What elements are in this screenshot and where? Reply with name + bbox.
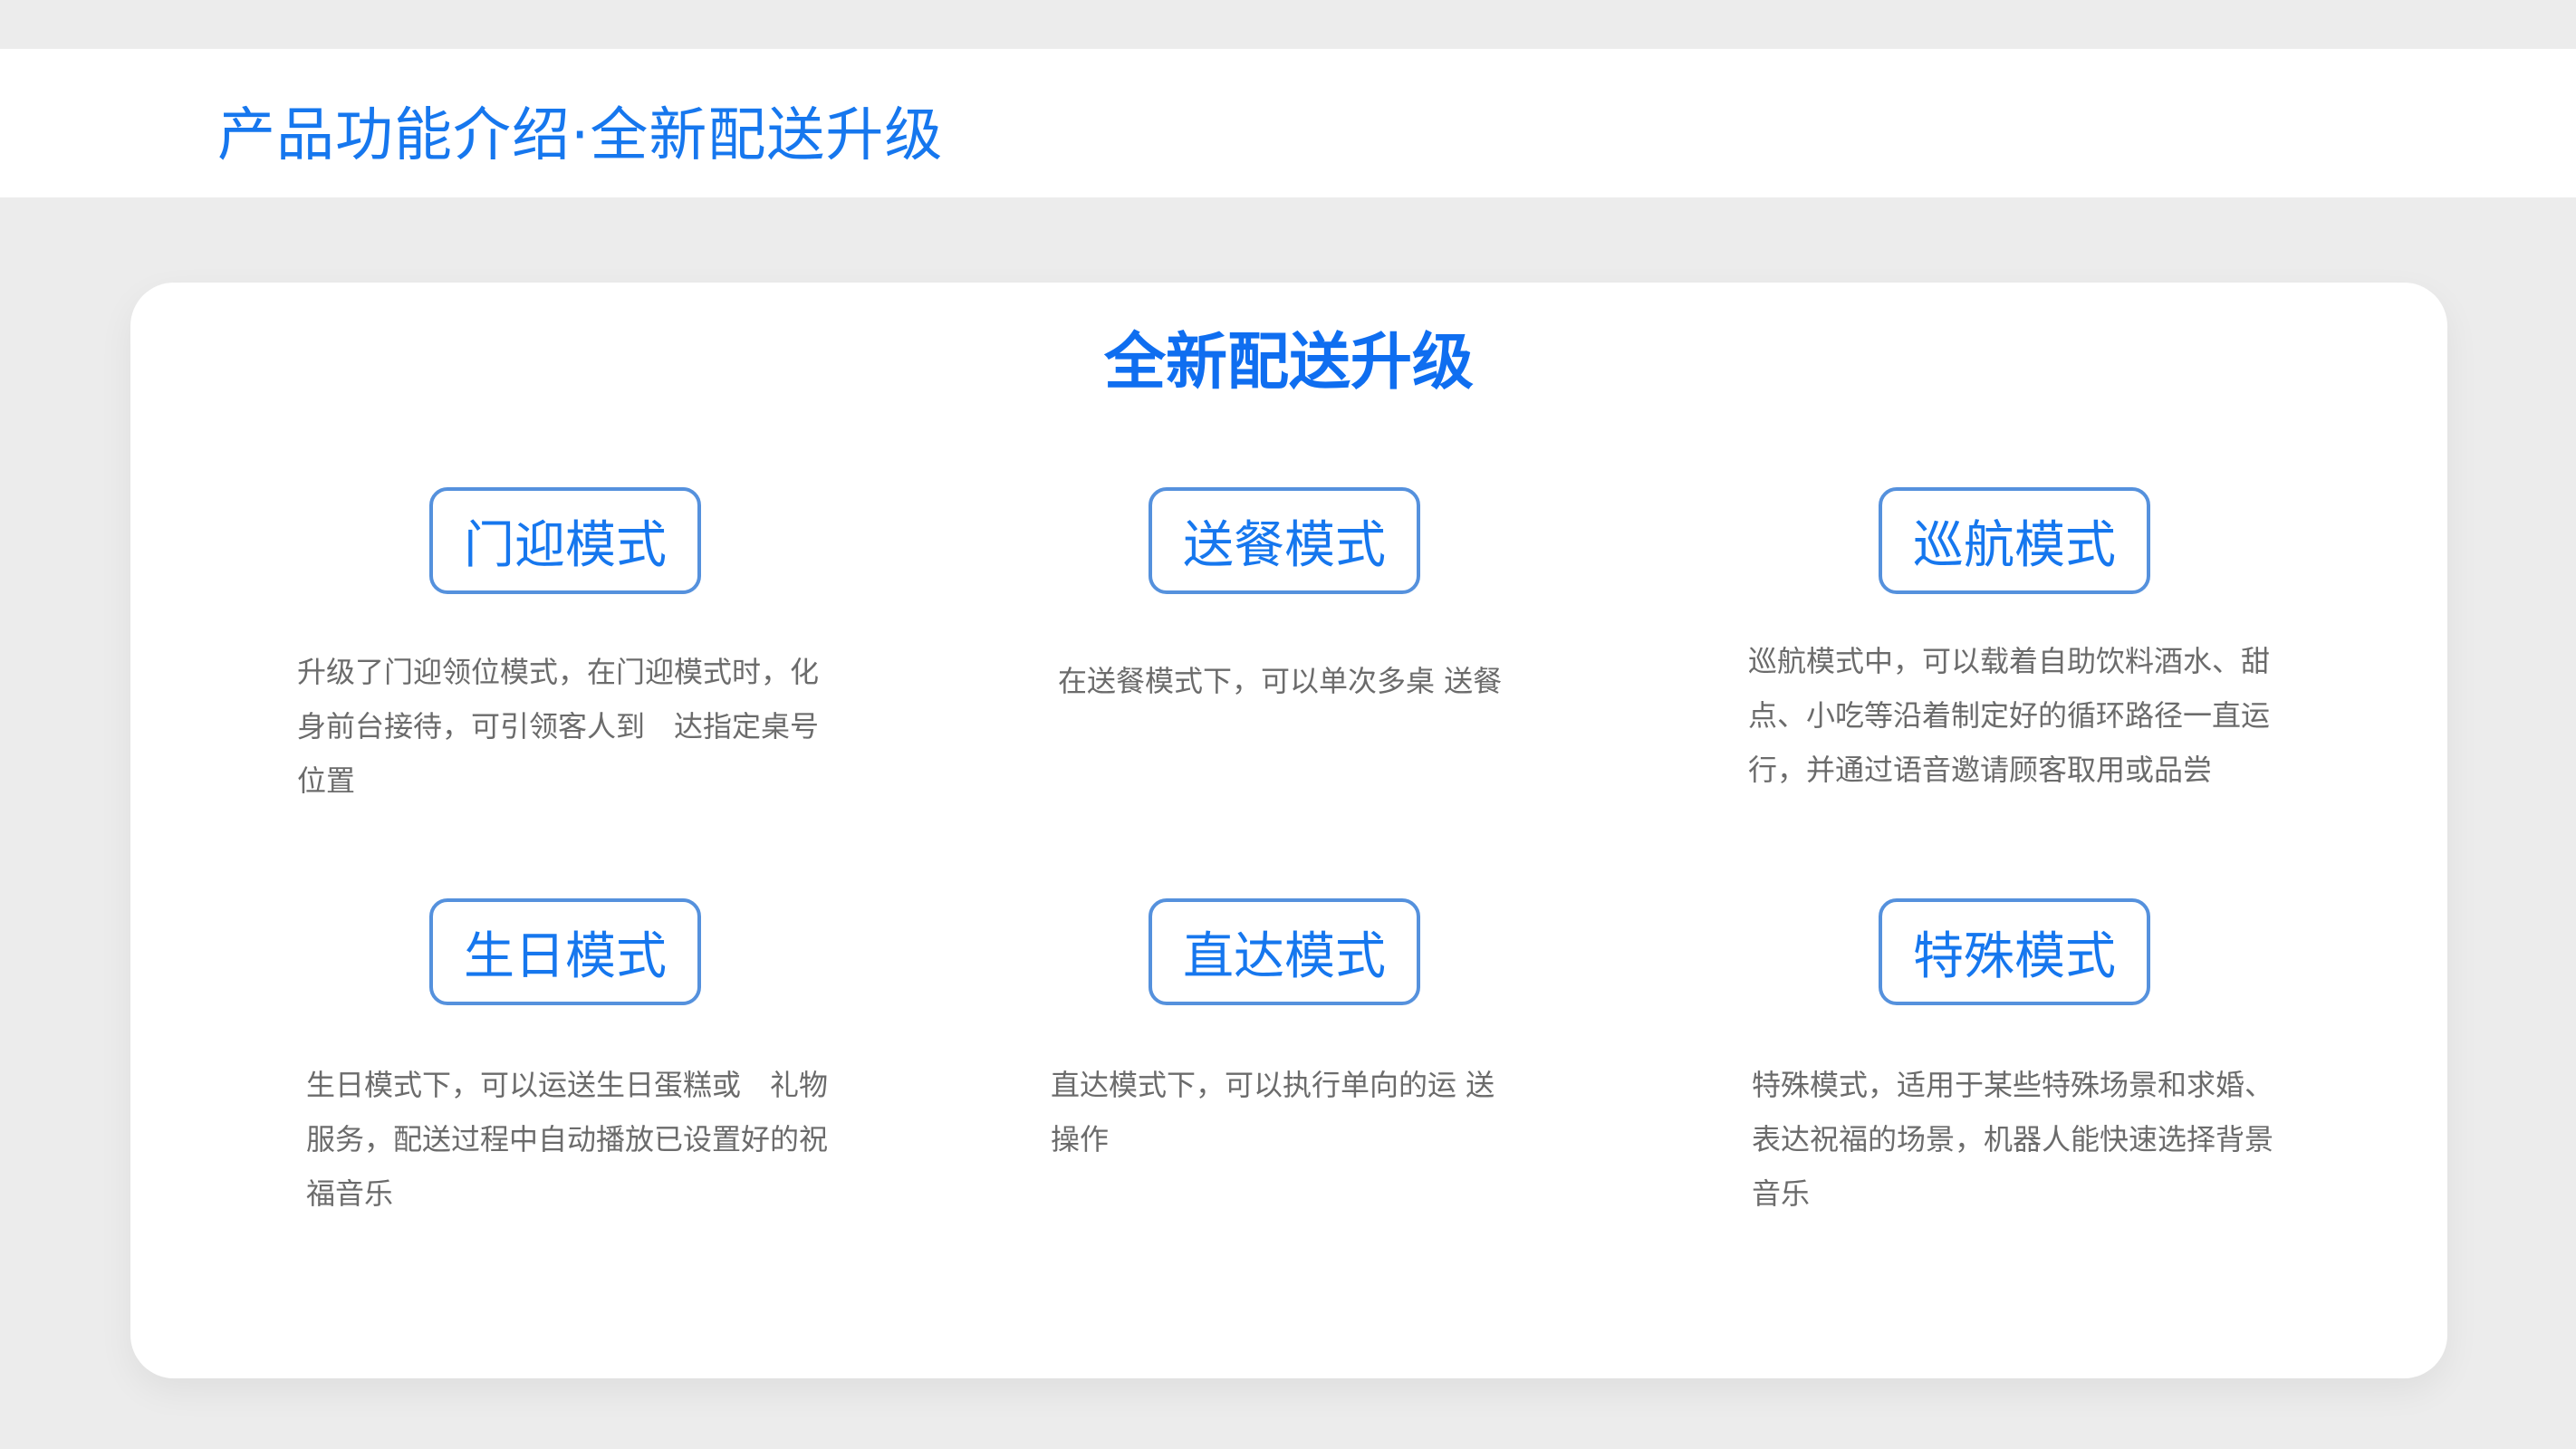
- page-title: 产品功能介绍·全新配送升级: [217, 102, 944, 169]
- card-title: 全新配送升级: [1103, 327, 1474, 398]
- mode-button-special[interactable]: 特殊模式: [1879, 898, 2150, 1005]
- mode-description-special: 特殊模式，适用于某些特殊场景和求婚、表达祝福的场景，机器人能快速选择背景音乐: [1752, 1068, 2274, 1211]
- mode-button-greeting[interactable]: 门迎模式: [429, 487, 701, 594]
- mode-button-meal-delivery[interactable]: 送餐模式: [1149, 487, 1420, 594]
- mode-description-meal-delivery: 在送餐模式下，可以单次多桌 送餐: [1058, 664, 1503, 698]
- mode-description-direct: 直达模式下，可以执行单向的运 送操作: [1051, 1068, 1495, 1156]
- mode-button-cruise[interactable]: 巡航模式: [1879, 487, 2150, 594]
- feature-card: 全新配送升级 门迎模式 升级了门迎领位模式，在门迎模式时，化身前台接待，可引领客…: [130, 283, 2447, 1378]
- mode-description-cruise: 巡航模式中，可以载着自助饮料酒水、甜点、小吃等沿着制定好的循环路径一直运行，并通…: [1748, 644, 2271, 787]
- mode-description-birthday: 生日模式下，可以运送生日蛋糕或 礼物服务，配送过程中自动播放已设置好的祝福音乐: [306, 1068, 829, 1211]
- mode-button-direct[interactable]: 直达模式: [1149, 898, 1420, 1005]
- mode-button-birthday[interactable]: 生日模式: [429, 898, 701, 1005]
- mode-description-greeting: 升级了门迎领位模式，在门迎模式时，化身前台接待，可引领客人到 达指定桌号位置: [297, 655, 820, 798]
